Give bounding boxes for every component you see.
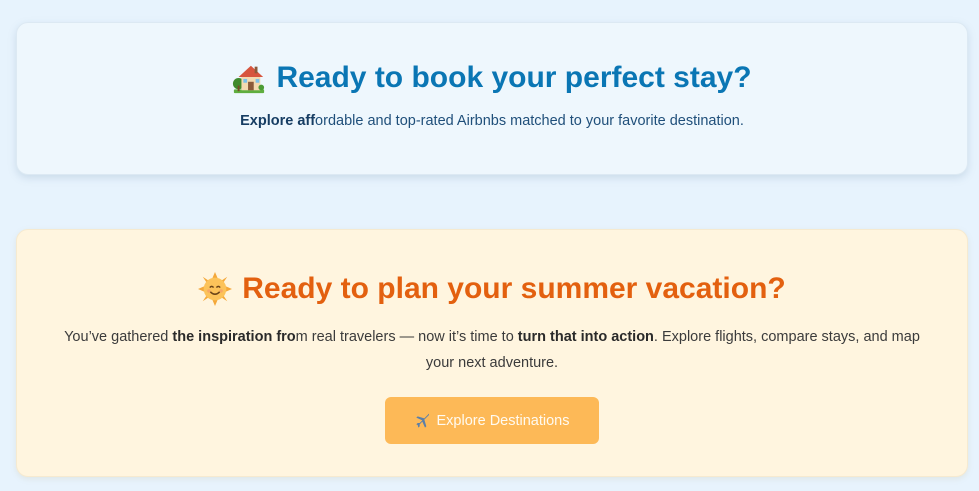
summer-cta-card: Ready to plan your summer vacation? You’… — [16, 229, 968, 477]
summer-body-bold2: turn that into action — [517, 329, 654, 345]
airbnb-subtitle-rest: ordable and top-rated Airbnbs matched to… — [315, 113, 744, 129]
explore-destinations-label: Explore Destinations — [436, 412, 570, 429]
airbnb-cta-card: Ready to book your perfect stay? Explore… — [16, 22, 968, 175]
airplane-icon — [415, 413, 429, 428]
smiling-sun-icon — [198, 272, 233, 306]
airbnb-subtitle-bold: Explore aff — [240, 113, 316, 129]
house-with-garden-icon — [233, 65, 265, 94]
airbnb-card-title: Ready to book your perfect stay? — [276, 61, 752, 94]
airbnb-card-heading: Ready to book your perfect stay? — [17, 61, 967, 95]
summer-card-title: Ready to plan your summer vacation? — [242, 272, 786, 305]
summer-body-part2: m real travelers — now it’s time to — [295, 329, 518, 345]
explore-destinations-button[interactable]: Explore Destinations — [385, 397, 599, 444]
summer-card-body: You’ve gathered the inspiration from rea… — [52, 324, 932, 376]
summer-card-heading: Ready to plan your summer vacation? — [17, 272, 967, 306]
airbnb-card-subtitle: Explore affordable and top-rated Airbnbs… — [17, 113, 967, 129]
summer-body-part1: You’ve gathered — [64, 329, 173, 345]
summer-body-bold1: the inspiration fro — [172, 329, 296, 345]
